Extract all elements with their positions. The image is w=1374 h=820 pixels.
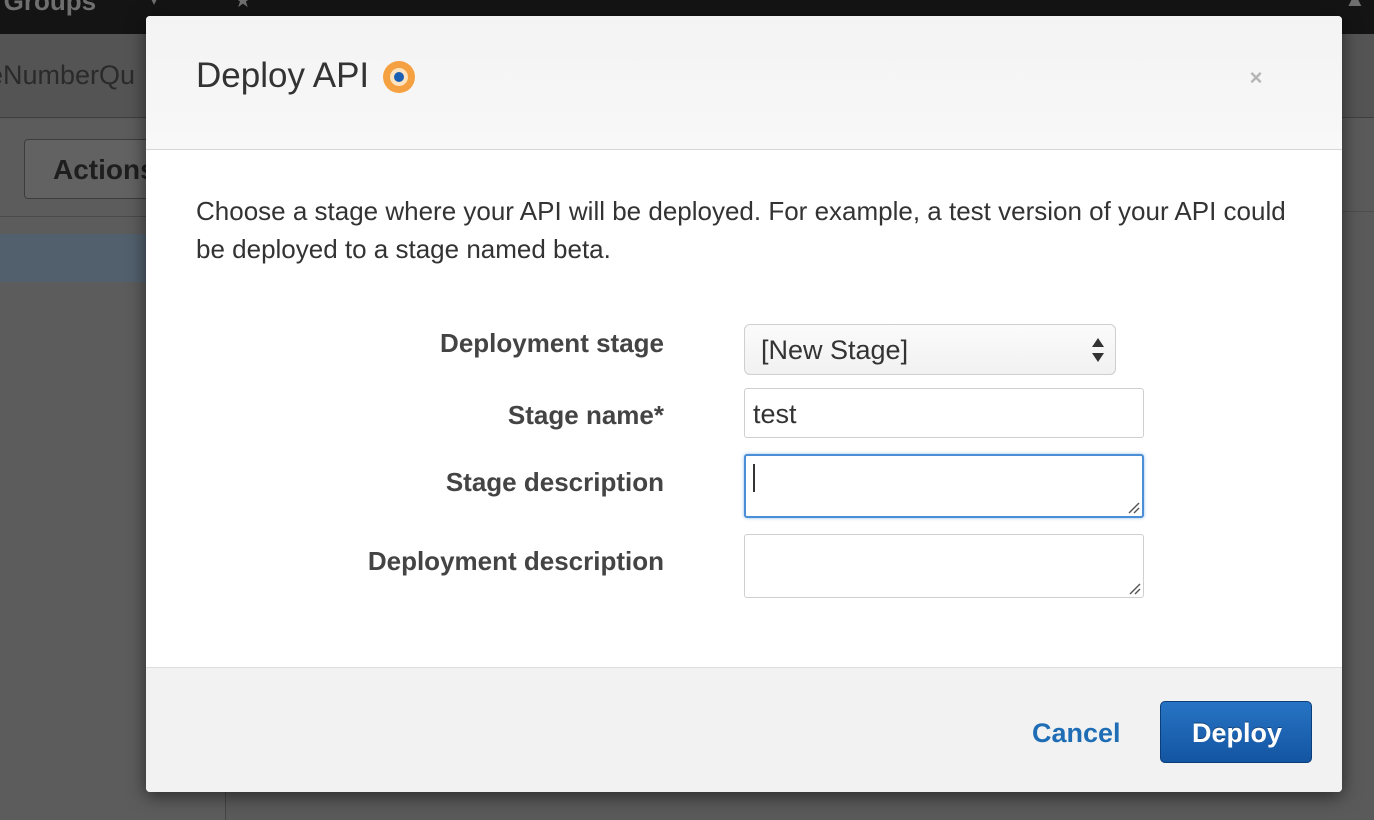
cancel-button[interactable]: Cancel — [1032, 718, 1121, 749]
modal-title: Deploy API — [196, 56, 370, 95]
select-arrows-icon — [1092, 338, 1104, 362]
close-icon[interactable]: × — [1246, 67, 1266, 89]
modal-footer: Cancel Deploy — [146, 667, 1342, 792]
modal-header: Deploy API × — [146, 16, 1342, 150]
bell-icon: ▲ — [1344, 0, 1366, 12]
deploy-button-label: Deploy — [1191, 718, 1283, 748]
intro-text: Choose a stage where your API will be de… — [196, 196, 1286, 264]
deploy-button[interactable]: Deploy — [1160, 701, 1312, 763]
resize-grip-icon[interactable] — [1126, 500, 1140, 514]
stage-description-label: Stage description — [445, 467, 664, 497]
deploy-api-modal: Deploy API × Choose a stage where your A… — [146, 16, 1342, 792]
stage-name-value: test — [753, 399, 797, 429]
stage-name-input[interactable]: test — [744, 388, 1144, 438]
deployment-stage-label: Deployment stage — [440, 328, 664, 358]
chevron-down-icon: ▾ — [150, 0, 159, 9]
actions-label: Actions — [53, 154, 156, 185]
text-cursor — [753, 464, 755, 492]
deployment-stage-value: [New Stage] — [761, 335, 909, 365]
api-name: eNumberQu — [0, 60, 136, 90]
stage-name-label: Stage name* — [507, 400, 664, 430]
deployment-stage-select[interactable]: [New Stage] — [744, 324, 1116, 375]
stage-description-textarea[interactable] — [744, 454, 1144, 518]
resize-grip-icon[interactable] — [1127, 581, 1141, 595]
nav-title: e Groups — [0, 0, 97, 16]
deployment-description-textarea[interactable] — [744, 534, 1144, 598]
pin-icon: ★ — [234, 0, 252, 12]
info-icon[interactable] — [382, 60, 416, 94]
deployment-description-label: Deployment description — [367, 546, 664, 576]
